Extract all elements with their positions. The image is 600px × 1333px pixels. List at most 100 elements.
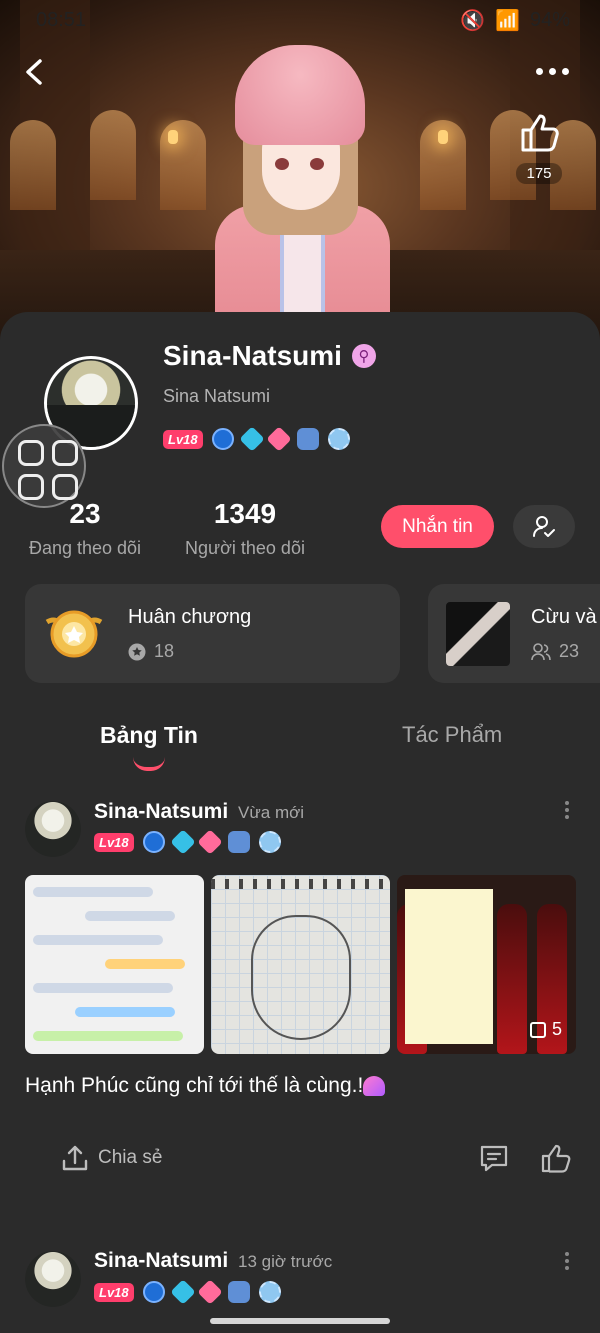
share-button[interactable]: Chia sẻ (60, 1143, 162, 1173)
badge-icon[interactable] (327, 428, 350, 450)
group-members-count: 23 (559, 641, 580, 661)
badge-icon (227, 1281, 250, 1303)
post-header: Sina-Natsumi Vừa mới (94, 800, 304, 824)
more-images-counter: 5 (529, 1019, 562, 1040)
home-indicator[interactable] (210, 1318, 390, 1324)
badge-icon[interactable] (238, 426, 265, 452)
following-label: Đang theo dõi (28, 538, 142, 558)
dot (562, 67, 569, 75)
grid-square (52, 440, 78, 466)
badge-icon (196, 829, 223, 855)
post-menu-button[interactable] (562, 1252, 572, 1270)
badge-icon (258, 1281, 281, 1303)
profile-name: Sina-Natsumi (163, 340, 342, 371)
medal-icon (45, 610, 103, 658)
medals-tile[interactable]: Huân chương 18 (25, 584, 400, 683)
medals-count-row: 18 (128, 641, 174, 662)
group-members-row: 23 (531, 641, 579, 662)
users-icon (531, 642, 551, 660)
badge-icon[interactable] (265, 426, 292, 452)
back-button[interactable] (18, 55, 52, 89)
post-time: 13 giờ trước (238, 1252, 333, 1271)
user-check-icon (533, 515, 555, 537)
badge-icon (258, 831, 281, 853)
post-image-1[interactable] (25, 875, 204, 1054)
wifi-icon: 📶 (495, 9, 520, 32)
post-content: Hạnh Phúc cũng chỉ tới thế là cùng.! (25, 1074, 386, 1098)
floating-menu-button[interactable] (2, 424, 86, 508)
badge-icon (142, 831, 165, 853)
thumbs-up-icon[interactable] (540, 1142, 572, 1174)
post-time: Vừa mới (238, 803, 305, 822)
post-author-name[interactable]: Sina-Natsumi (94, 800, 228, 823)
dot (565, 808, 569, 812)
post-image-2[interactable] (211, 875, 390, 1054)
like-count: 175 (516, 163, 562, 184)
dot (565, 1252, 569, 1256)
post-author-avatar[interactable] (25, 1251, 81, 1307)
status-time: 08:51 (36, 8, 87, 31)
dot (565, 1259, 569, 1263)
cover-banner: 08:51 🔇 📶 94% 175 (0, 0, 600, 340)
profile-name-row: Sina-Natsumi ⚲ (163, 340, 376, 372)
mute-icon: 🔇 (460, 9, 486, 32)
grid-square (52, 474, 78, 500)
share-label: Chia sẻ (98, 1147, 163, 1168)
chevron-left-icon (26, 59, 42, 85)
system-navigation-bar (0, 1310, 600, 1333)
message-button[interactable]: Nhắn tin (381, 505, 494, 548)
group-tile[interactable]: Cừu và 23 (428, 584, 600, 683)
followers-stat[interactable]: 1349 Người theo dõi (180, 498, 310, 559)
dot (565, 801, 569, 805)
group-title: Cừu và (531, 606, 597, 628)
star-circle-icon (128, 643, 146, 660)
badge-icon (169, 1279, 196, 1305)
post-author-name[interactable]: Sina-Natsumi (94, 1249, 228, 1272)
grid-square (18, 474, 44, 500)
street-lamp (168, 130, 178, 144)
badge-icon[interactable] (296, 428, 319, 450)
badge-icon[interactable] (211, 428, 234, 450)
battery-level: 94% (529, 8, 570, 31)
post-text: Hạnh Phúc cũng chỉ tới thế là cùng.! (25, 1074, 364, 1097)
post-menu-button[interactable] (562, 801, 572, 819)
dot (536, 67, 543, 75)
profile-handle: Sina Natsumi (163, 386, 271, 406)
post-author-avatar[interactable] (25, 801, 81, 857)
share-icon (62, 1145, 88, 1171)
following-stat[interactable]: 23 Đang theo dõi (25, 498, 145, 559)
more-options-button[interactable] (536, 58, 576, 84)
profile-badges: Lv18 (163, 426, 350, 452)
badge-icon (169, 829, 196, 855)
tab-works[interactable]: Tác Phẩm (402, 722, 502, 748)
dot (549, 67, 556, 75)
profile-like-button[interactable]: 175 (516, 110, 562, 184)
followers-label: Người theo dõi (185, 538, 305, 558)
following-count: 23 (69, 498, 101, 529)
comment-icon[interactable] (478, 1142, 510, 1174)
gallery-icon (529, 1021, 546, 1038)
level-badge: Lv18 (94, 1282, 134, 1302)
birthday-note (405, 889, 493, 1044)
post-author-badges: Lv18 (94, 829, 281, 855)
gender-icon: ⚲ (351, 344, 376, 368)
post-author-badges: Lv18 (94, 1279, 281, 1305)
dot (565, 1266, 569, 1270)
group-thumbnail (446, 602, 510, 666)
grid-square (18, 440, 44, 466)
image-count: 5 (551, 1019, 562, 1039)
level-badge: Lv18 (94, 832, 134, 852)
status-bar: 08:51 🔇 📶 94% (36, 6, 570, 34)
badge-icon (227, 831, 250, 853)
follow-button[interactable] (513, 505, 575, 548)
medals-title: Huân chương (128, 606, 252, 628)
badge-icon (196, 1279, 223, 1305)
level-badge: Lv18 (163, 429, 203, 449)
heart-emoji-icon (363, 1076, 386, 1097)
post-image-3[interactable]: 5 (397, 875, 576, 1054)
post-header: Sina-Natsumi 13 giờ trước (94, 1249, 332, 1273)
character-avatar (205, 40, 395, 340)
medals-count: 18 (154, 641, 175, 661)
tab-feed[interactable]: Bảng Tin (100, 722, 198, 749)
badge-icon (142, 1281, 165, 1303)
